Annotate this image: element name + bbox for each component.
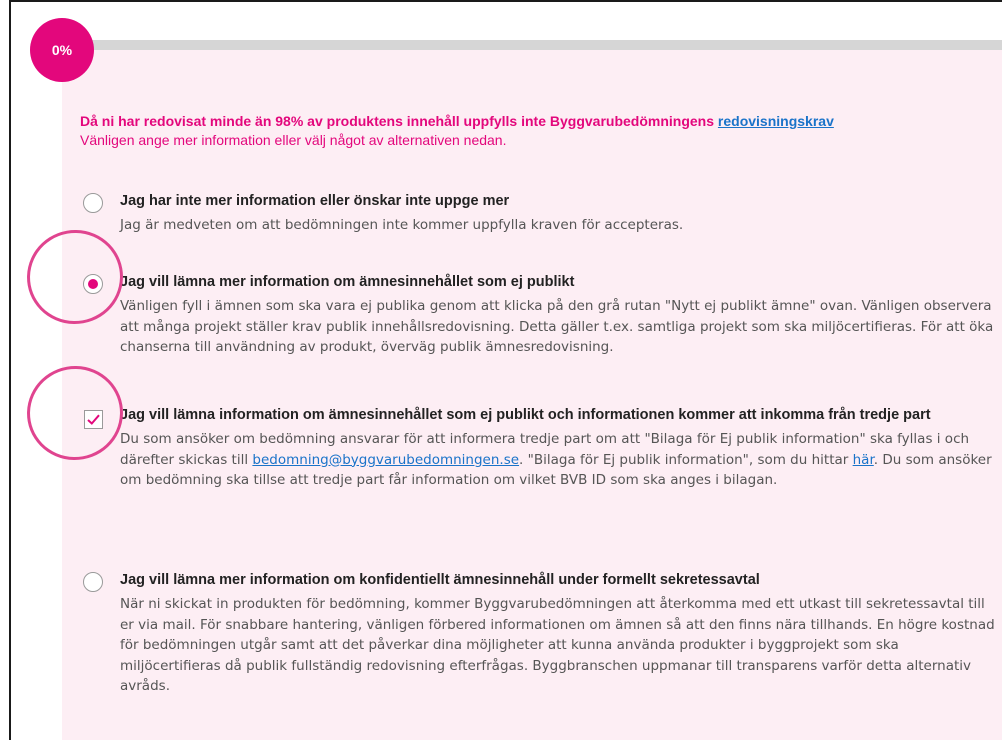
option-confidentiality-agreement-desc: När ni skickat in produkten för bedömnin… [120, 596, 995, 694]
option-confidentiality-agreement-title: Jag vill lämna mer information om konfid… [120, 572, 760, 588]
option-no-more-info-radio[interactable] [83, 193, 103, 213]
option-non-public-info[interactable]: Jag vill lämna mer information om ämnesi… [80, 273, 995, 358]
warning-line1-text: Då ni har redovisat minde än 98% av prod… [80, 113, 715, 129]
option-third-party-desc: Du som ansöker om bedömning ansvarar för… [120, 429, 995, 491]
option-confidentiality-agreement-radio[interactable] [83, 572, 103, 592]
here-link[interactable]: här [853, 452, 874, 468]
option-non-public-info-title: Jag vill lämna mer information om ämnesi… [120, 274, 575, 290]
option-no-more-info-desc: Jag är medveten om att bedömningen inte … [120, 217, 684, 233]
progress-track [74, 40, 1002, 50]
option-non-public-info-desc: Vänligen fyll i ämnen som ska vara ej pu… [120, 298, 994, 355]
option-confidentiality-agreement[interactable]: Jag vill lämna mer information om konfid… [80, 571, 995, 697]
option-third-party-checkbox[interactable] [84, 410, 103, 429]
option-third-party-desc-b: . "Bilaga för Ej publik information", so… [519, 451, 849, 468]
warning-line2: Vänligen ange mer information eller välj… [80, 132, 507, 148]
option-no-more-info-title: Jag har inte mer information eller önska… [120, 193, 510, 209]
warning-line1: Då ni har redovisat minde än 98% av prod… [80, 112, 980, 131]
email-link[interactable]: bedomning@byggvarubedomningen.se [252, 452, 519, 468]
checkmark-icon [87, 414, 100, 425]
option-third-party-title: Jag vill lämna information om ämnesinneh… [120, 407, 931, 423]
progress-badge: 0% [30, 18, 94, 82]
option-non-public-info-radio[interactable] [83, 274, 103, 294]
option-no-more-info[interactable]: Jag har inte mer information eller önska… [80, 192, 995, 236]
redovisningskrav-link[interactable]: redovisningskrav [718, 113, 834, 129]
warning-message: Då ni har redovisat minde än 98% av prod… [80, 112, 980, 150]
option-third-party[interactable]: Jag vill lämna information om ämnesinneh… [80, 406, 995, 491]
